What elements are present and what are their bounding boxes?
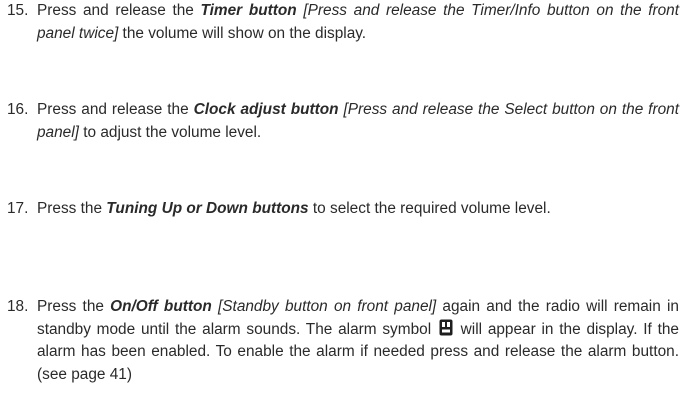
step-number: 16. xyxy=(7,101,29,118)
step-number: 17. xyxy=(7,200,29,217)
button-name: Clock adjust button xyxy=(193,101,339,118)
front-panel-note: [Standby button on front panel] xyxy=(218,298,437,315)
step-text: Press and release the xyxy=(37,101,194,118)
step-16: 16. Press and release the Clock adjust bu… xyxy=(7,99,679,144)
manual-page: 15. Press and release the Timer button [P… xyxy=(0,0,688,410)
step-text: to adjust the volume level. xyxy=(78,123,262,141)
step-text: the volume will show on the display. xyxy=(118,24,367,42)
step-number: 18. xyxy=(7,298,29,315)
step-text: to select the required volume level. xyxy=(308,200,551,217)
button-name: Tuning Up or Down buttons xyxy=(106,200,309,217)
step-17: 17. Press the Tuning Up or Down buttons t… xyxy=(7,198,679,221)
step-15: 15. Press and release the Timer button [P… xyxy=(7,0,679,45)
alarm-display-icon xyxy=(439,319,453,336)
button-name: On/Off button xyxy=(110,298,212,315)
step-18: 18. Press the On/Off button [Standby butt… xyxy=(7,296,679,386)
step-text: Press and release the xyxy=(37,2,201,19)
step-text: Press the xyxy=(37,298,111,315)
step-number: 15. xyxy=(7,2,29,19)
step-text: Press the xyxy=(37,200,107,217)
button-name: Timer button xyxy=(200,2,297,19)
